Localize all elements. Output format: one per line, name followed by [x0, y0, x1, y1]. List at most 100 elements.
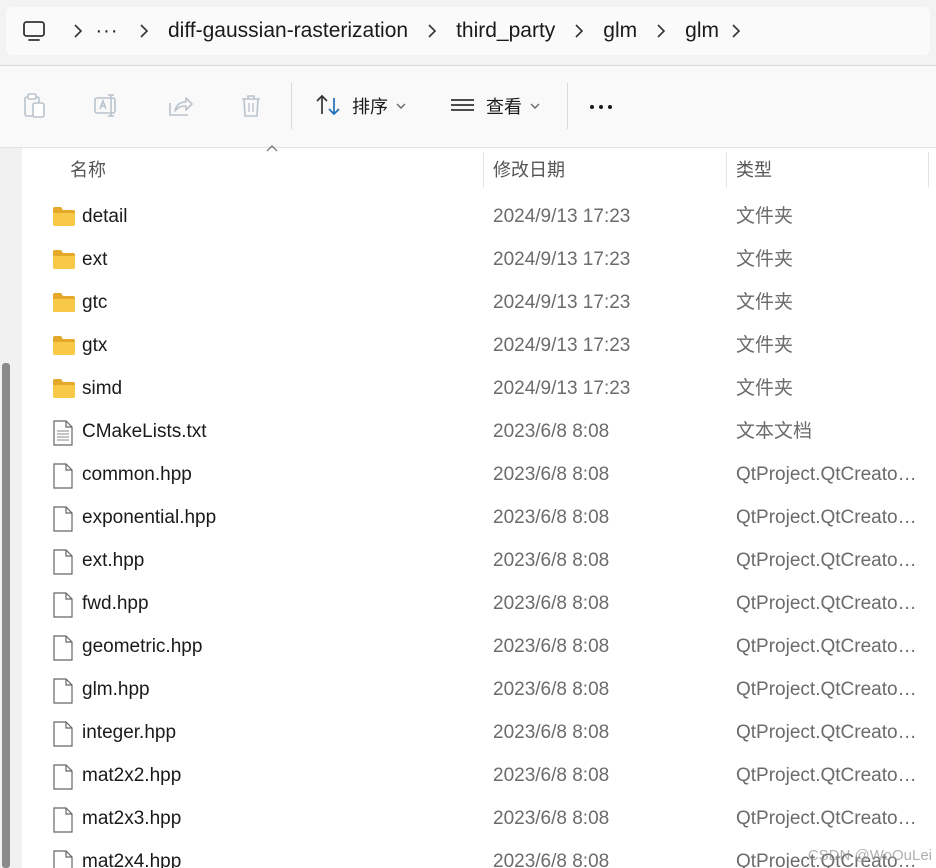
file-type: QtProject.QtCreator.hpp — [736, 765, 920, 786]
file-date: 2023/6/8 8:08 — [493, 808, 610, 829]
file-row[interactable]: ext.hpp 2023/6/8 8:08 QtProject.QtCreator.… — [22, 539, 936, 582]
file-date: 2024/9/13 17:23 — [493, 378, 631, 399]
share-icon[interactable] — [166, 92, 194, 120]
file-type: QtProject.QtCreator.hpp — [736, 679, 920, 700]
file-row[interactable]: fwd.hpp 2023/6/8 8:08 QtProject.QtCreator.… — [22, 582, 936, 625]
file-row[interactable]: detail 2024/9/13 17:23 文件夹 — [22, 195, 936, 238]
chevron-right-icon[interactable] — [555, 7, 603, 55]
file-type: 文本文档 — [736, 421, 813, 442]
file-icon — [52, 850, 76, 868]
file-row[interactable]: integer.hpp 2023/6/8 8:08 QtProject.QtCrea… — [22, 711, 936, 754]
file-date: 2023/6/8 8:08 — [493, 550, 610, 571]
breadcrumb-item[interactable]: glm — [603, 7, 637, 55]
chevron-right-icon[interactable] — [62, 7, 94, 55]
file-name: gtx — [82, 335, 108, 356]
file-type: 文件夹 — [736, 378, 794, 399]
file-date: 2023/6/8 8:08 — [493, 765, 610, 786]
file-row[interactable]: simd 2024/9/13 17:23 文件夹 — [22, 367, 936, 410]
file-row[interactable]: mat2x2.hpp 2023/6/8 8:08 QtProject.QtCreat… — [22, 754, 936, 797]
file-name: integer.hpp — [82, 722, 177, 743]
file-name: exponential.hpp — [82, 507, 217, 528]
folder-icon — [52, 248, 76, 272]
rename-icon[interactable] — [93, 92, 121, 120]
file-row[interactable]: CMakeLists.txt 2023/6/8 8:08 文本文档 — [22, 410, 936, 453]
file-name: geometric.hpp — [82, 636, 203, 657]
file-date: 2024/9/13 17:23 — [493, 249, 631, 270]
file-type: 文件夹 — [736, 249, 794, 270]
folder-icon — [52, 291, 76, 315]
file-name: glm.hpp — [82, 679, 150, 700]
toolbar-divider — [567, 83, 568, 129]
view-button[interactable]: 查看 — [450, 86, 540, 126]
file-date: 2024/9/13 17:23 — [493, 206, 631, 227]
column-date-header[interactable]: 修改日期 — [493, 148, 565, 192]
folder-icon — [52, 205, 76, 229]
file-icon — [52, 506, 76, 532]
file-type: QtProject.QtCreator.hpp — [736, 636, 920, 657]
column-divider[interactable] — [726, 152, 727, 188]
file-icon — [52, 807, 76, 833]
file-row[interactable]: exponential.hpp 2023/6/8 8:08 QtProject.Qt… — [22, 496, 936, 539]
file-row[interactable]: gtc 2024/9/13 17:23 文件夹 — [22, 281, 936, 324]
file-row[interactable]: common.hpp 2023/6/8 8:08 QtProject.QtCreat… — [22, 453, 936, 496]
file-name: mat2x4.hpp — [82, 851, 182, 868]
column-divider[interactable] — [928, 152, 929, 188]
this-pc-icon[interactable] — [6, 7, 62, 55]
file-date: 2024/9/13 17:23 — [493, 292, 631, 313]
watermark: CSDN @WoOuLei — [807, 847, 932, 864]
file-type: QtProject.QtCreator.hpp — [736, 464, 920, 485]
file-name: CMakeLists.txt — [82, 421, 207, 442]
file-icon — [52, 678, 76, 704]
file-name: mat2x3.hpp — [82, 808, 182, 829]
file-row[interactable]: glm.hpp 2023/6/8 8:08 QtProject.QtCreator.… — [22, 668, 936, 711]
chevron-right-icon[interactable] — [637, 7, 685, 55]
sort-icon — [316, 94, 340, 116]
file-type: 文件夹 — [736, 292, 794, 313]
file-name: gtc — [82, 292, 108, 313]
breadcrumb-item[interactable]: diff-gaussian-rasterization — [168, 7, 408, 55]
breadcrumb[interactable]: ··· diff-gaussian-rasterization third_pa… — [6, 7, 930, 55]
column-name-header[interactable]: 名称 — [70, 148, 106, 192]
file-name: mat2x2.hpp — [82, 765, 182, 786]
toolbar-divider — [291, 83, 292, 129]
scrollbar-thumb[interactable] — [2, 363, 10, 868]
file-row[interactable]: gtx 2024/9/13 17:23 文件夹 — [22, 324, 936, 367]
file-name: fwd.hpp — [82, 593, 149, 614]
file-name: common.hpp — [82, 464, 192, 485]
file-date: 2023/6/8 8:08 — [493, 722, 610, 743]
breadcrumb-item-current[interactable]: glm — [685, 7, 719, 55]
file-icon — [52, 549, 76, 575]
navigation-pane-edge — [0, 148, 22, 868]
command-bar: 排序 查看 — [0, 66, 936, 148]
chevron-down-icon — [396, 103, 406, 109]
file-row[interactable]: ext 2024/9/13 17:23 文件夹 — [22, 238, 936, 281]
sort-ascending-icon — [266, 145, 278, 152]
folder-icon — [52, 377, 76, 401]
chevron-right-icon[interactable] — [120, 7, 168, 55]
file-type: 文件夹 — [736, 335, 794, 356]
chevron-right-icon[interactable] — [408, 7, 456, 55]
file-type: 文件夹 — [736, 206, 794, 227]
breadcrumb-item[interactable]: third_party — [456, 7, 555, 55]
breadcrumb-overflow[interactable]: ··· — [94, 7, 120, 55]
file-row[interactable]: geometric.hpp 2023/6/8 8:08 QtProject.QtCr… — [22, 625, 936, 668]
file-date: 2023/6/8 8:08 — [493, 507, 610, 528]
address-bar-region: ··· diff-gaussian-rasterization third_pa… — [0, 0, 936, 66]
file-row[interactable]: mat2x4.hpp 2023/6/8 8:08 QtProject.QtCreat… — [22, 840, 936, 868]
file-name: ext.hpp — [82, 550, 145, 571]
file-icon — [52, 463, 76, 489]
column-divider[interactable] — [483, 152, 484, 188]
paste-icon[interactable] — [21, 92, 49, 120]
delete-icon[interactable] — [237, 92, 265, 120]
more-options-icon[interactable] — [590, 105, 612, 109]
file-name: ext — [82, 249, 108, 270]
file-icon — [52, 721, 76, 747]
file-icon — [52, 764, 76, 790]
view-list-icon — [451, 99, 474, 111]
sort-button[interactable]: 排序 — [314, 86, 406, 126]
column-type-header[interactable]: 类型 — [736, 148, 772, 192]
chevron-right-icon[interactable] — [719, 7, 753, 55]
file-row[interactable]: mat2x3.hpp 2023/6/8 8:08 QtProject.QtCreat… — [22, 797, 936, 840]
file-icon — [52, 592, 76, 618]
file-type: QtProject.QtCreator.hpp — [736, 550, 920, 571]
